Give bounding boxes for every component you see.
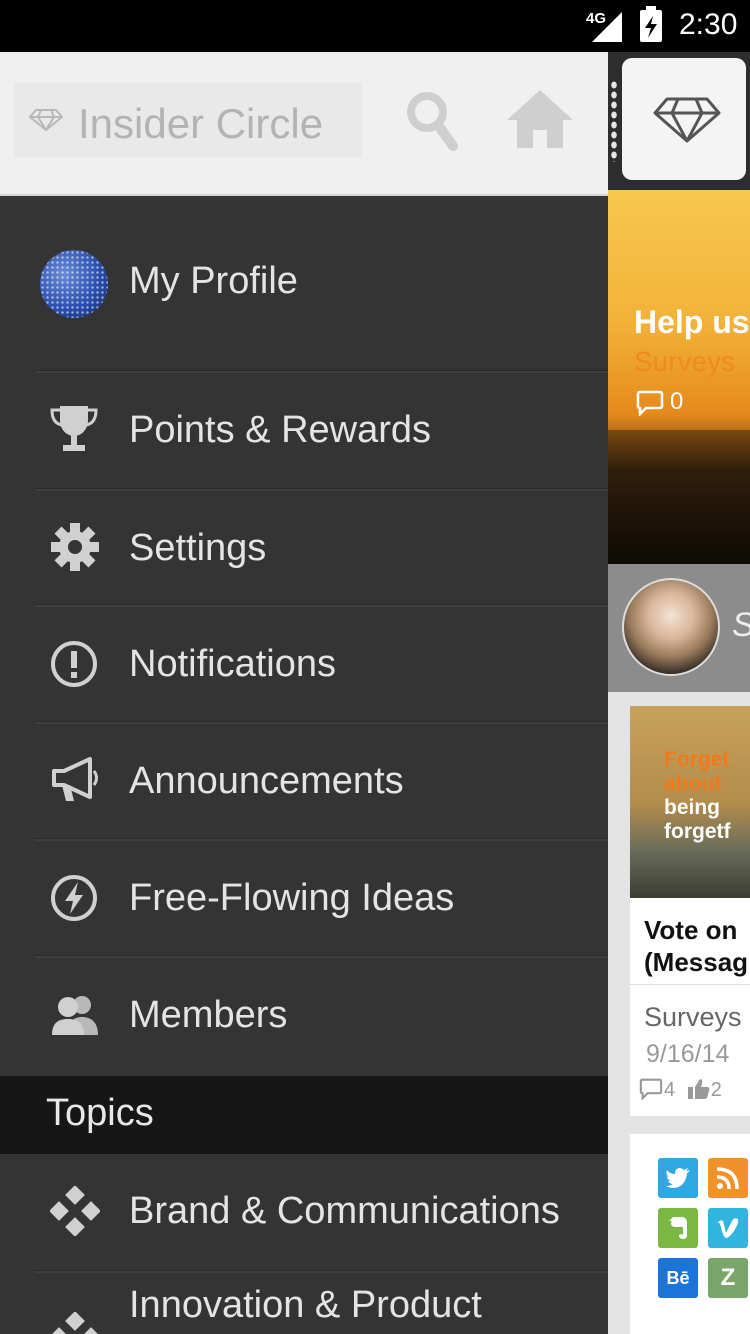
community-name: Insider Circle [78,100,324,147]
members-icon [50,993,100,1042]
menu-label: Settings [129,527,267,569]
topic-diamond-icon [49,1311,101,1334]
diamond-icon [28,108,64,137]
like-icon [687,1079,710,1099]
like-count: 2 [710,1079,722,1101]
background-feed: Help us Surveys 0 S Forget about being f… [608,52,750,1334]
user-bar: S [608,564,750,692]
menu-item-members[interactable]: Members [0,957,608,1073]
vimeo-icon[interactable] [708,1208,748,1248]
avatar [40,250,108,318]
user-avatar[interactable] [622,578,720,676]
drawer-header: Insider Circle [0,52,608,196]
topic-diamond-icon [49,1185,101,1241]
rss-icon[interactable] [708,1158,748,1198]
menu-label: Free-Flowing Ideas [129,877,455,919]
post-date: 9/16/14 [646,1040,730,1068]
menu-item-my-profile[interactable]: My Profile [0,230,608,370]
evernote-icon[interactable] [658,1208,698,1248]
post-card[interactable]: Forget about being forgetf Vote on (Mess… [630,706,750,1116]
drawer-handle[interactable] [610,80,618,162]
divider [630,984,750,985]
topic-item-brand-communications[interactable]: Brand & Communications [0,1154,608,1270]
menu-label: Innovation & Product [129,1284,482,1326]
menu-label: Points & Rewards [129,409,432,451]
post-stats: 4 2 [638,1078,722,1102]
menu-item-settings[interactable]: Settings [0,490,608,606]
hero-overlay [608,430,750,564]
menu-label: Notifications [129,643,336,685]
navigation-drawer: Insider Circle My Profile Points & Rewar… [0,52,608,1334]
home-icon[interactable] [505,88,575,155]
comment-count: 4 [664,1079,676,1101]
menu-label: Members [129,994,288,1036]
social-links-card: Bē Z [630,1134,750,1334]
behance-icon[interactable]: Bē [658,1258,698,1298]
menu-item-notifications[interactable]: Notifications [0,606,608,722]
hero-category: Surveys [634,346,736,377]
gear-icon [50,522,100,577]
post-category: Surveys [644,1002,742,1032]
topics-label: Topics [46,1092,154,1134]
comment-icon [639,1078,663,1101]
post-image-text: Forget about [664,748,730,795]
menu-label: My Profile [129,260,298,302]
post-title: Vote on (Messag [644,915,749,977]
post-image-text: being forgetf [664,796,731,843]
hero-title: Help us [634,304,750,340]
menu-item-points-rewards[interactable]: Points & Rewards [0,372,608,488]
clock: 2:30 [679,8,738,41]
comment-icon [636,390,664,421]
user-name-partial: S [732,606,750,645]
zerply-icon[interactable]: Z [708,1258,748,1298]
signal-icon [592,12,622,42]
topics-header: Topics [0,1076,608,1154]
alert-icon [50,640,98,693]
status-bar: 4G 2:30 [0,0,750,52]
battery-icon [640,6,662,42]
menu-item-announcements[interactable]: Announcements [0,723,608,839]
megaphone-icon [50,757,100,808]
menu-item-free-flowing-ideas[interactable]: Free-Flowing Ideas [0,840,608,956]
comment-count: 0 [670,388,684,415]
twitter-icon[interactable] [658,1158,698,1198]
search-icon[interactable] [405,90,461,159]
topic-item-innovation-product[interactable]: Innovation & Product [0,1272,608,1334]
menu-label: Announcements [129,760,404,802]
trophy-icon [50,404,98,459]
drawer-toggle-button[interactable] [622,58,746,180]
menu-label: Brand & Communications [129,1190,560,1232]
feed-toolbar [608,52,750,190]
community-search-box[interactable]: Insider Circle [14,82,362,158]
bolt-icon [50,874,98,927]
